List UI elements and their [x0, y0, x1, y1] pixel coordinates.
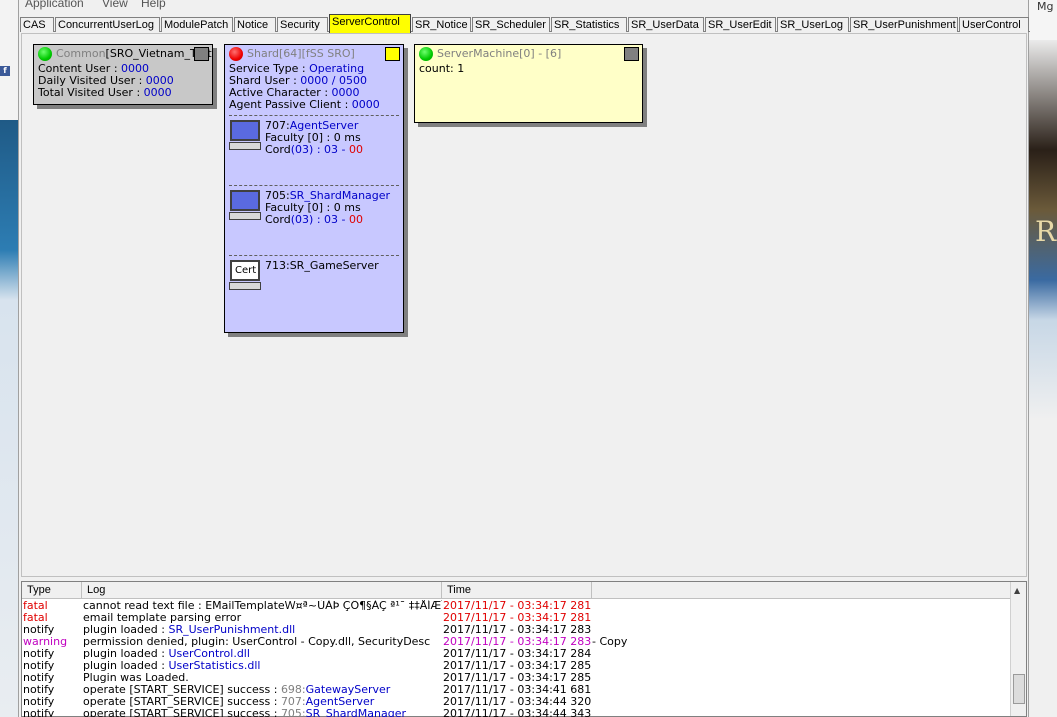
certificate-computer-icon: Cert: [229, 260, 261, 292]
shard-card-header: Shard [64][fSS SRO]: [225, 45, 403, 63]
tab-sr-userdata[interactable]: SR_UserData: [628, 17, 704, 32]
log-message: plugin loaded : UserStatistics.dll: [83, 660, 261, 672]
shardmanager-cord: Cord(03) : 03 - 00: [265, 213, 363, 226]
service-sr-shardmanager[interactable]: 705:SR_ShardManager Faculty [0] : 0 ms C…: [229, 185, 399, 255]
computer-icon: [229, 120, 261, 152]
log-panel: Type Log Time fatal cannot read text file…: [21, 581, 1027, 717]
tab-sr-statistics[interactable]: SR_Statistics: [551, 17, 627, 32]
tab-modulepatch[interactable]: ModulePatch: [161, 17, 233, 32]
status-online-icon: [38, 47, 52, 61]
scroll-up-arrow-icon[interactable]: ▲: [1014, 586, 1020, 595]
desktop-background-left: f: [0, 0, 18, 717]
machine-title-prefix: ServerMachine: [437, 47, 520, 60]
server-control-canvas: Common [SRO_Vietnam_TestL Content User : …: [21, 33, 1027, 577]
background-window-text: Mg: [1037, 0, 1054, 13]
menu-bar: Application View Help: [19, 0, 1028, 12]
log-message: cannot read text file : EMailTemplateＷ¤ª…: [83, 600, 442, 612]
shard-agent-passive: Agent Passive Client : 0000: [229, 98, 380, 111]
log-extra: - Copy: [592, 635, 628, 648]
service-sr-gameserver[interactable]: Cert 713:SR_GameServer: [229, 255, 399, 325]
service-agentserver[interactable]: 707:AgentServer Faculty [0] : 0 ms Cord(…: [229, 115, 399, 185]
machine-count: count: 1: [419, 62, 465, 75]
shard-corner-box[interactable]: [385, 47, 400, 61]
facebook-icon: f: [0, 66, 10, 76]
shard-title-prefix: Shard: [247, 47, 280, 60]
log-message: email template parsing error: [83, 612, 242, 624]
menu-view[interactable]: View: [102, 0, 128, 10]
tab-sr-userpunishment[interactable]: SR_UserPunishment: [850, 17, 958, 32]
computer-icon: [229, 190, 261, 222]
machine-card-header: ServerMachine [0] - [6]: [415, 45, 642, 63]
log-row[interactable]: notify operate [START_SERVICE] success : …: [22, 708, 1012, 717]
tab-security[interactable]: Security: [277, 17, 328, 32]
tab-sr-userlog[interactable]: SR_UserLog: [777, 17, 849, 32]
log-header: Type Log Time: [22, 582, 1012, 599]
log-message: plugin loaded : SR_UserPunishment.dll: [83, 624, 296, 636]
tab-notice[interactable]: Notice: [234, 17, 276, 32]
gameserver-title: 713:SR_GameServer: [265, 259, 379, 272]
common-card-header: Common [SRO_Vietnam_TestL: [34, 45, 212, 63]
scroll-thumb[interactable]: [1013, 674, 1025, 704]
tab-sr-scheduler[interactable]: SR_Scheduler: [472, 17, 550, 32]
menu-help[interactable]: Help: [141, 0, 166, 10]
shard-card[interactable]: Shard [64][fSS SRO] Service Type : Operat…: [224, 44, 404, 333]
log-rows: fatal cannot read text file : EMailTempla…: [22, 600, 1012, 717]
column-time[interactable]: Time: [442, 582, 592, 599]
tab-sr-notice[interactable]: SR_Notice: [412, 17, 471, 32]
column-type[interactable]: Type: [22, 582, 82, 599]
machine-corner-box[interactable]: [624, 47, 639, 61]
tab-servercontrol[interactable]: ServerControl: [329, 14, 411, 33]
desktop-background-right: Mg R: [1029, 0, 1057, 717]
menu-application[interactable]: Application: [25, 0, 84, 10]
tab-sr-useredit[interactable]: SR_UserEdit: [705, 17, 776, 32]
tab-concurrentuserlog[interactable]: ConcurrentUserLog: [55, 17, 160, 32]
tab-usercontrol[interactable]: UserControl: [959, 17, 1029, 32]
column-log[interactable]: Log: [82, 582, 442, 599]
log-message: plugin loaded : UserControl.dll: [83, 648, 250, 660]
machine-title-range: [0] - [6]: [519, 47, 562, 60]
common-total-visited: Total Visited User : 0000: [38, 86, 172, 99]
log-scrollbar[interactable]: ▲: [1010, 582, 1026, 716]
log-message: operate [START_SERVICE] success : 698:Ga…: [83, 684, 391, 696]
agentserver-cord: Cord(03) : 03 - 00: [265, 143, 363, 156]
server-manager-window: Application View Help CAS ConcurrentUser…: [18, 0, 1030, 717]
log-time: 2017/11/17 - 03:34:44 343: [443, 707, 592, 717]
tab-cas[interactable]: CAS: [20, 17, 54, 32]
common-corner-box[interactable]: [194, 47, 209, 61]
tab-strip: CAS ConcurrentUserLog ModulePatch Notice…: [20, 14, 1030, 33]
log-message: operate [START_SERVICE] success : 705:SR…: [83, 708, 406, 717]
log-message: operate [START_SERVICE] success : 707:Ag…: [83, 696, 375, 708]
log-type: notify: [23, 707, 55, 717]
shard-title-name: [64][fSS SRO]: [279, 47, 355, 60]
common-server-card[interactable]: Common [SRO_Vietnam_TestL Content User : …: [33, 44, 213, 105]
status-online-icon: [419, 47, 433, 61]
log-message: Plugin was Loaded.: [83, 672, 189, 684]
log-message: permission denied, plugin: UserControl -…: [83, 636, 431, 648]
status-offline-icon: [229, 47, 243, 61]
common-title-prefix: Common: [56, 47, 106, 60]
server-machine-card[interactable]: ServerMachine [0] - [6] count: 1: [414, 44, 643, 123]
background-logo-glyph: R: [1035, 215, 1057, 248]
